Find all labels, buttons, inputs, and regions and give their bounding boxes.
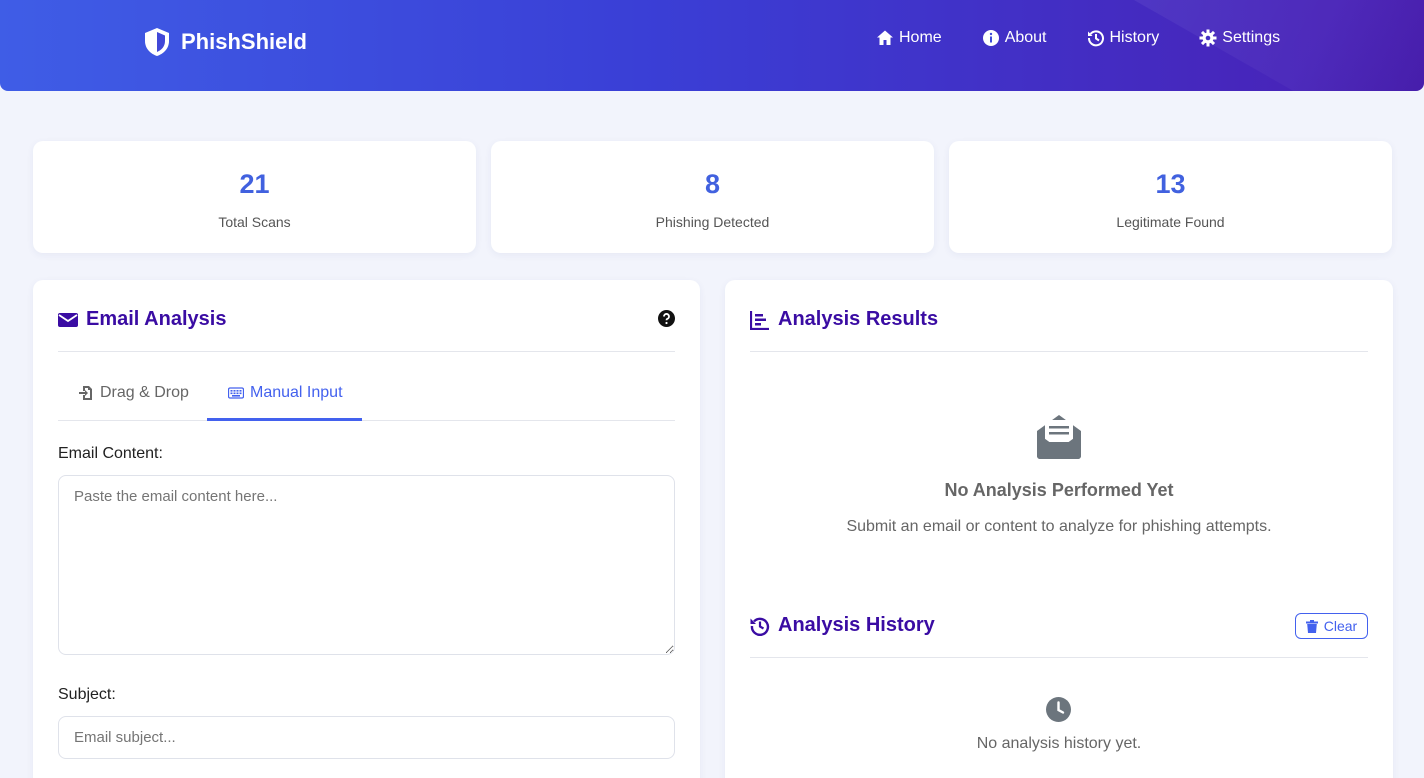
- top-header: PhishShield Home About History Settings: [0, 0, 1424, 91]
- stat-total-scans: 21 Total Scans: [33, 141, 476, 253]
- nav-history-label: History: [1109, 29, 1160, 46]
- history-divider: [750, 657, 1368, 658]
- nav-settings-label: Settings: [1222, 29, 1281, 46]
- stat-label: Phishing Detected: [655, 214, 770, 230]
- gear-icon: [1199, 29, 1217, 47]
- nav-home-label: Home: [899, 29, 942, 46]
- trash-icon: [1305, 619, 1318, 633]
- no-history-text: No analysis history yet.: [976, 735, 1142, 752]
- tab-drag-drop-label: Drag & Drop: [100, 384, 189, 401]
- stat-value: 21: [239, 169, 270, 199]
- email-analysis-title: Email Analysis: [58, 308, 226, 331]
- help-icon[interactable]: [658, 310, 675, 327]
- nav-about[interactable]: About: [982, 29, 1047, 47]
- no-analysis-title: No Analysis Performed Yet: [944, 480, 1174, 500]
- nav-settings[interactable]: Settings: [1199, 29, 1280, 47]
- email-analysis-title-text: Email Analysis: [86, 308, 227, 330]
- chart-bar-icon: [750, 310, 769, 330]
- history-icon: [750, 617, 770, 636]
- analysis-results-title-text: Analysis Results: [778, 308, 939, 330]
- shield-icon: [145, 28, 169, 56]
- email-content-label: Email Content:: [58, 445, 163, 462]
- subject-input[interactable]: [58, 716, 675, 759]
- analysis-results-title: Analysis Results: [750, 308, 938, 331]
- clear-button-label: Clear: [1323, 618, 1358, 634]
- stat-value: 8: [704, 169, 721, 199]
- stat-label: Total Scans: [218, 214, 291, 230]
- stat-legitimate-found: 13 Legitimate Found: [949, 141, 1392, 253]
- info-icon: [982, 30, 999, 46]
- clear-history-button[interactable]: Clear: [1295, 613, 1368, 639]
- tab-drag-drop[interactable]: Drag & Drop: [78, 384, 189, 402]
- tabs-divider: [58, 420, 675, 421]
- nav-about-label: About: [1004, 29, 1047, 46]
- file-import-icon: [79, 386, 92, 400]
- brand-name: PhishShield: [181, 29, 307, 54]
- tab-manual-input[interactable]: Manual Input: [228, 384, 343, 402]
- tab-manual-input-label: Manual Input: [250, 384, 343, 401]
- main-nav: Home About History Settings: [876, 29, 1280, 47]
- keyboard-icon: [228, 387, 244, 399]
- subject-label: Subject:: [58, 686, 116, 703]
- panel-divider: [58, 351, 675, 352]
- stat-value: 13: [1155, 169, 1186, 199]
- clock-icon: [1046, 697, 1071, 722]
- analysis-history-title: Analysis History: [750, 614, 935, 637]
- envelope-icon: [58, 312, 78, 327]
- analysis-history-title-text: Analysis History: [778, 614, 935, 636]
- email-content-input[interactable]: [58, 475, 675, 655]
- stat-label: Legitimate Found: [1116, 214, 1225, 230]
- stat-phishing-detected: 8 Phishing Detected: [491, 141, 934, 253]
- active-tab-indicator: [207, 418, 362, 421]
- history-icon: [1087, 30, 1104, 47]
- home-icon: [877, 30, 893, 45]
- envelope-open-text-icon: [1037, 415, 1081, 459]
- brand-logo[interactable]: PhishShield: [143, 27, 307, 57]
- nav-history[interactable]: History: [1087, 29, 1160, 47]
- nav-home[interactable]: Home: [876, 29, 942, 47]
- no-analysis-subtitle: Submit an email or content to analyze fo…: [846, 518, 1272, 535]
- panel-divider: [750, 351, 1368, 352]
